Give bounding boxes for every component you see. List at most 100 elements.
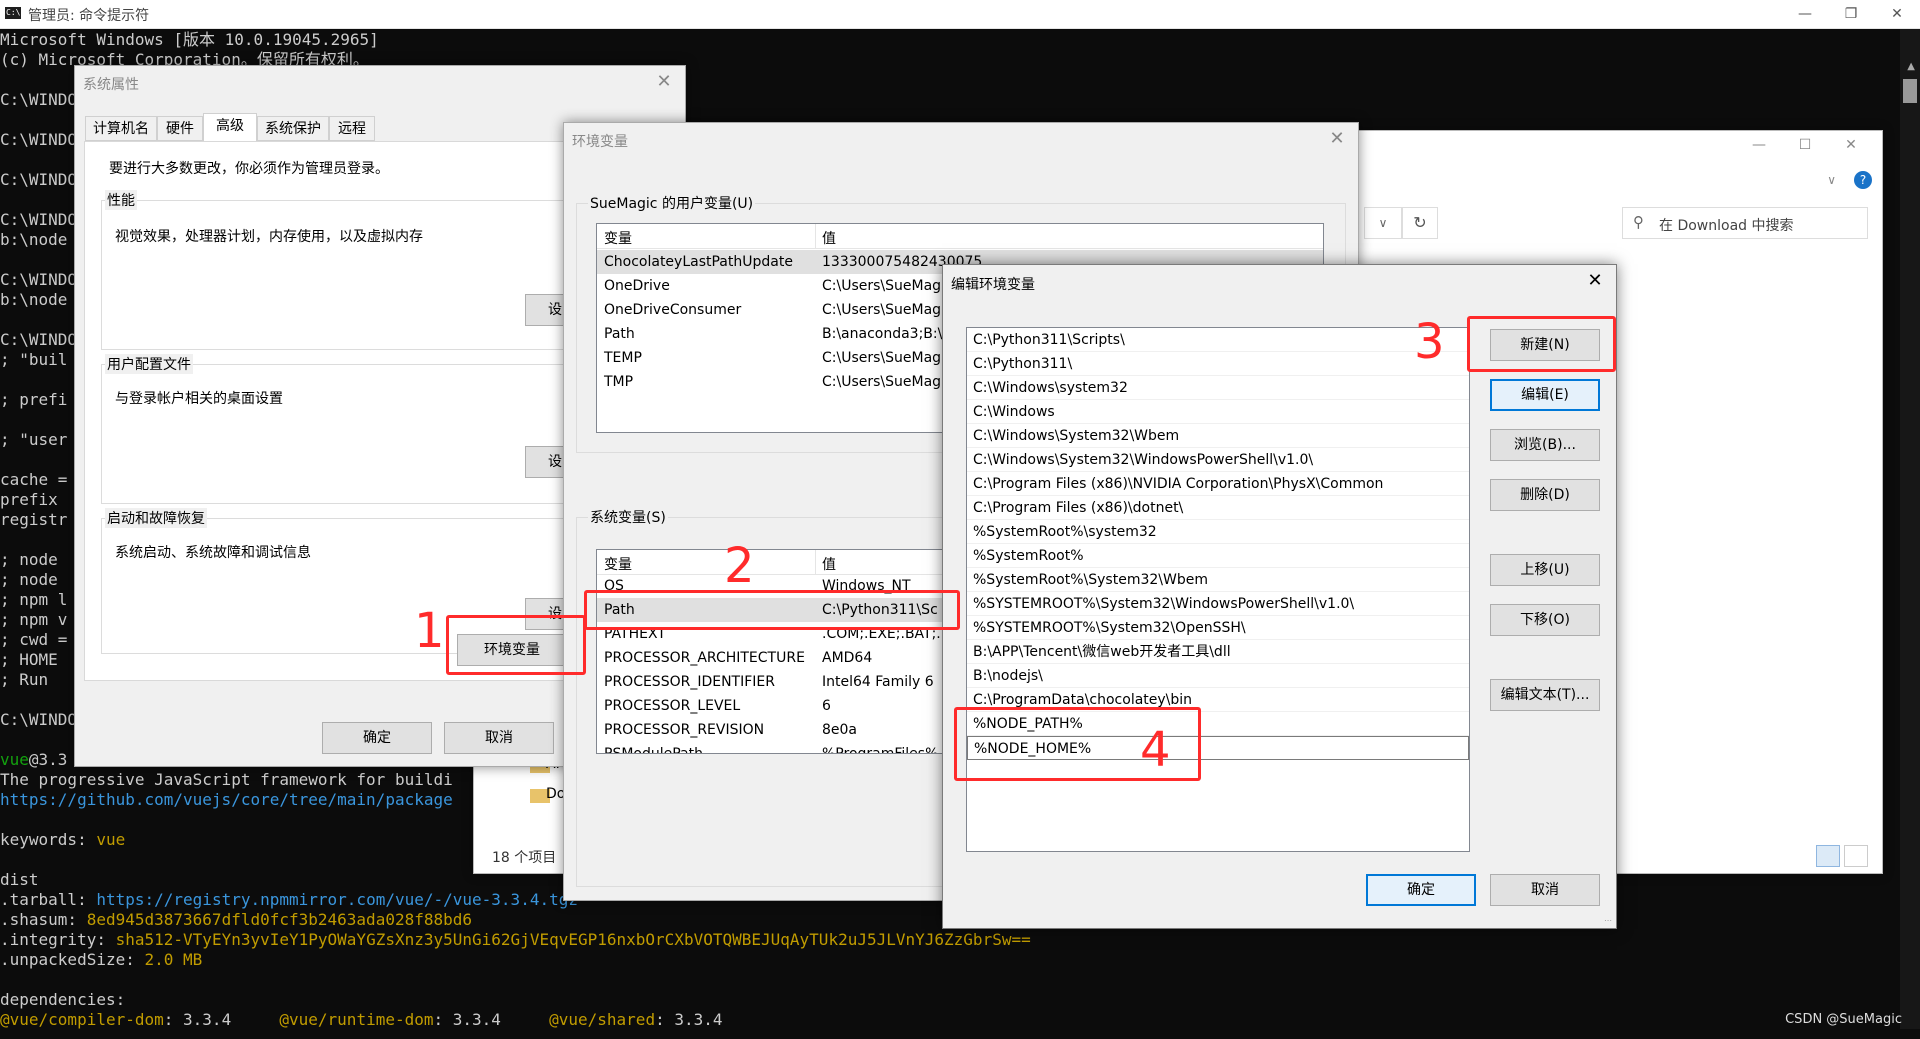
path-item[interactable]: C:\Windows [967, 400, 1469, 424]
column-value[interactable]: 值 [822, 554, 836, 574]
path-item[interactable]: C:\Windows\system32 [967, 376, 1469, 400]
cancel-button[interactable]: 取消 [444, 722, 554, 754]
dist-label: .tarball: [0, 890, 87, 909]
dialog-title: 环境变量 [572, 134, 628, 150]
explorer-minimize-icon[interactable]: — [1736, 131, 1782, 159]
path-item[interactable]: C:\Python311\ [967, 352, 1469, 376]
cmd-app-icon: C:\ [5, 7, 21, 19]
cmd-title: 管理员: 命令提示符 [28, 8, 150, 24]
large-icons-view-icon[interactable] [1844, 845, 1868, 867]
move-up-button[interactable]: 上移(U) [1490, 554, 1600, 586]
minimize-icon[interactable]: — [1782, 0, 1828, 28]
annotation-box-3 [1467, 316, 1616, 372]
variable-value: B:\anaconda3;B:\ [822, 326, 943, 342]
browse-button[interactable]: 浏览(B)... [1490, 429, 1600, 461]
annotation-number-4: 4 [1140, 722, 1171, 778]
path-item[interactable]: %SYSTEMROOT%\System32\OpenSSH\ [967, 616, 1469, 640]
tab-computer-name[interactable]: 计算机名 [85, 116, 157, 141]
console-line: @vue/compiler-dom: 3.3.4 @vue/runtime-do… [0, 1010, 723, 1029]
path-item[interactable]: %SystemRoot% [967, 544, 1469, 568]
console-line: ; prefi [0, 390, 68, 409]
path-item[interactable]: C:\Windows\System32\WindowsPowerShell\v1… [967, 448, 1469, 472]
close-icon[interactable]: ✕ [1578, 267, 1612, 295]
dist-label: .shasum: [0, 910, 78, 929]
resize-grip-icon[interactable]: ⋯ [1604, 916, 1614, 926]
annotation-box-1 [446, 615, 586, 675]
tab-remote[interactable]: 远程 [329, 116, 375, 141]
path-item[interactable]: %SYSTEMROOT%\System32\WindowsPowerShell\… [967, 592, 1469, 616]
close-icon[interactable]: ✕ [1320, 125, 1354, 153]
delete-button[interactable]: 删除(D) [1490, 479, 1600, 511]
column-divider[interactable] [815, 550, 816, 574]
column-divider[interactable] [815, 224, 816, 248]
annotation-number-2: 2 [724, 538, 755, 594]
dialog-title: 系统属性 [83, 77, 139, 93]
cmd-scrollbar[interactable]: ▲ [1900, 29, 1920, 1029]
column-value[interactable]: 值 [822, 228, 836, 248]
ok-button[interactable]: 确定 [1366, 874, 1476, 906]
package-name: vue [0, 750, 29, 769]
dist-label: .unpackedSize: [0, 950, 135, 969]
variable-name: TMP [604, 374, 634, 390]
cancel-button[interactable]: 取消 [1490, 874, 1600, 906]
restore-icon[interactable]: ❐ [1828, 0, 1874, 28]
dialog-title: 编辑环境变量 [951, 277, 1035, 293]
dist-value: 8ed945d3873667dfld0fcf3b2463ada028f88bd6 [86, 910, 473, 929]
console-line: b:\node [0, 230, 68, 249]
tab-system-protection[interactable]: 系统保护 [257, 116, 329, 141]
scroll-thumb[interactable] [1903, 79, 1917, 103]
cmd-titlebar[interactable]: C:\ 管理员: 命令提示符 — ❐ ✕ [0, 0, 1920, 29]
dist-label: .integrity: [0, 930, 106, 949]
path-item[interactable]: B:\APP\Tencent\微信web开发者工具\dll [967, 640, 1469, 664]
performance-desc: 视觉效果，处理器计划，内存使用，以及虚拟内存 [115, 229, 423, 245]
keywords-label: keywords: [0, 830, 87, 849]
variable-value: Intel64 Family 6 [822, 674, 934, 690]
annotation-number-3: 3 [1414, 314, 1445, 370]
console-line: keywords: vue [0, 830, 125, 850]
move-down-button[interactable]: 下移(O) [1490, 604, 1600, 636]
path-item[interactable]: C:\Windows\System32\Wbem [967, 424, 1469, 448]
tab-hardware[interactable]: 硬件 [157, 116, 203, 141]
tab-advanced[interactable]: 高级 [203, 113, 257, 142]
annotation-number-1: 1 [414, 603, 445, 659]
console-line: .integrity: sha512-VTyEYn3yvIeY1PyOWaYGZ… [0, 930, 1031, 950]
path-item[interactable]: %SystemRoot%\System32\Wbem [967, 568, 1469, 592]
variable-name: OneDrive [604, 278, 670, 294]
path-item[interactable]: %SystemRoot%\system32 [967, 520, 1469, 544]
variable-value: C:\Users\SueMag [822, 374, 942, 390]
dependency-version: 3.3.4 [452, 1010, 501, 1029]
path-item[interactable]: C:\Program Files (x86)\dotnet\ [967, 496, 1469, 520]
path-item[interactable]: C:\Python311\Scripts\ [967, 328, 1469, 352]
item-count: 18 个项目 [492, 850, 557, 866]
edit-button[interactable]: 编辑(E) [1490, 379, 1600, 411]
variable-value: C:\Users\SueMag [822, 278, 942, 294]
dist-value: 2.0 MB [144, 950, 203, 969]
explorer-maximize-icon[interactable]: ☐ [1782, 131, 1828, 159]
close-icon[interactable]: ✕ [1874, 0, 1920, 28]
path-item[interactable]: C:\Program Files (x86)\NVIDIA Corporatio… [967, 472, 1469, 496]
console-line: dist [0, 870, 39, 889]
help-icon[interactable]: ? [1854, 171, 1872, 189]
dependency-name: @vue/compiler-dom [0, 1010, 164, 1029]
column-variable[interactable]: 变量 [604, 554, 632, 574]
console-line: dependencies: [0, 990, 126, 1009]
details-view-icon[interactable] [1816, 845, 1840, 867]
annotation-box-2 [584, 590, 960, 630]
address-dropdown-icon[interactable]: ∨ [1364, 207, 1402, 239]
scroll-up-icon[interactable]: ▲ [1907, 61, 1915, 72]
variable-name: OneDriveConsumer [604, 302, 742, 318]
edit-text-button[interactable]: 编辑文本(T)... [1490, 679, 1600, 711]
console-line: .shasum: 8ed945d3873667dfld0fcf3b2463ada… [0, 910, 472, 930]
ok-button[interactable]: 确定 [322, 722, 432, 754]
path-item[interactable]: B:\nodejs\ [967, 664, 1469, 688]
close-icon[interactable]: ✕ [647, 68, 681, 96]
variable-name: PROCESSOR_IDENTIFIER [604, 674, 775, 690]
ribbon-expand-icon[interactable]: ∨ [1827, 173, 1836, 187]
explorer-search-box[interactable]: ⚲ 在 Download 中搜索 [1622, 207, 1868, 239]
refresh-icon[interactable]: ↻ [1402, 207, 1438, 239]
column-variable[interactable]: 变量 [604, 228, 632, 248]
explorer-close-icon[interactable]: ✕ [1828, 131, 1874, 159]
console-line: .unpackedSize: 2.0 MB [0, 950, 202, 970]
user-vars-header: 变量 值 [597, 224, 1323, 249]
variable-value: C:\Users\SueMag [822, 302, 942, 318]
